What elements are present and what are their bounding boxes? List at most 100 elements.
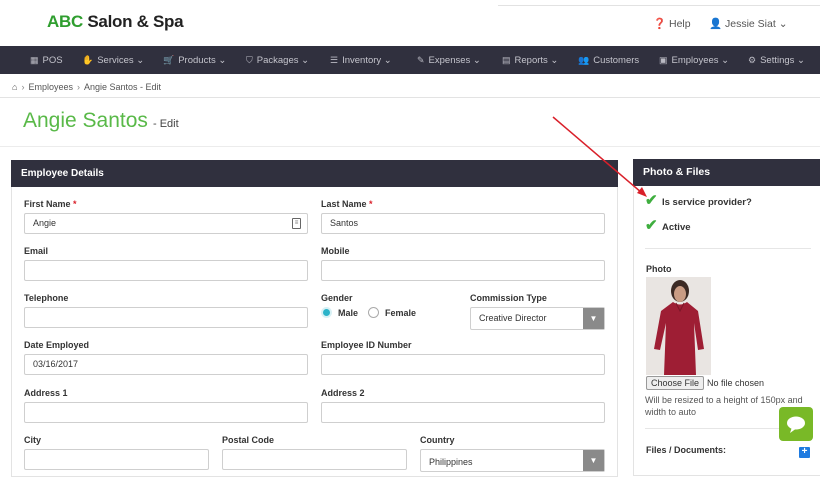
telephone-label: Telephone <box>24 293 69 303</box>
required-marker: * <box>73 199 77 209</box>
address2-label: Address 2 <box>321 388 365 398</box>
commission-type-value: Creative Director <box>479 313 547 323</box>
chevron-down-icon: ⌄ <box>721 55 730 66</box>
employee-photo <box>646 277 711 375</box>
active-label: Active <box>662 222 691 233</box>
commission-type-label: Commission Type <box>470 293 547 303</box>
date-employed-field[interactable]: 03/16/2017 <box>24 354 308 375</box>
photo-label: Photo <box>646 264 672 274</box>
list-icon: ☰ <box>330 55 339 65</box>
edit-icon: ✎ <box>417 55 425 65</box>
postal-code-field[interactable] <box>222 449 407 470</box>
country-value: Philippines <box>429 457 473 467</box>
country-label: Country <box>420 435 455 445</box>
chevron-down-icon: ⌄ <box>136 55 145 66</box>
nav-item-pos[interactable]: ▦ POS <box>30 46 63 74</box>
help-link[interactable]: ❓ Help <box>653 17 691 30</box>
email-field[interactable] <box>24 260 308 281</box>
chevron-down-icon: ⌄ <box>472 55 481 66</box>
gender-label: Gender <box>321 293 353 303</box>
choose-file-button[interactable]: Choose File <box>646 376 705 390</box>
briefcase-icon: ▣ <box>659 55 668 65</box>
question-icon: ❓ <box>653 18 667 30</box>
nav-label: Customers <box>593 55 640 66</box>
gender-male-radio[interactable] <box>321 307 332 318</box>
user-menu[interactable]: 👤 Jessie Siat ⌄ <box>709 17 788 30</box>
nav-label: Settings <box>760 55 795 66</box>
nav-label: Reports <box>514 55 548 66</box>
breadcrumb-separator: › <box>21 82 25 92</box>
city-label: City <box>24 435 42 445</box>
home-icon[interactable]: ⌂ <box>12 82 17 92</box>
caret-down-icon: ▼ <box>583 308 604 329</box>
contact-card-icon[interactable]: ≡ <box>292 218 301 229</box>
chevron-down-icon: ⌄ <box>778 18 788 30</box>
address1-field[interactable] <box>24 402 308 423</box>
breadcrumb: ⌂ › Employees › Angie Santos - Edit <box>12 82 161 92</box>
nav-item-expenses[interactable]: ✎ Expenses ⌄ <box>417 46 481 74</box>
country-select[interactable]: Philippines ▼ <box>420 449 605 472</box>
first-name-label: First Name * <box>24 199 77 209</box>
divider <box>0 97 820 98</box>
telephone-field[interactable] <box>24 307 308 328</box>
chat-button[interactable] <box>779 407 813 441</box>
top-bar: ABC Salon & Spa ❓ Help 👤 Jessie Siat ⌄ <box>0 0 820 46</box>
employee-id-label: Employee ID Number <box>321 340 412 350</box>
nav-label: Packages <box>256 55 299 66</box>
caret-down-icon: ▼ <box>583 450 604 471</box>
gender-female-radio[interactable] <box>368 307 379 318</box>
cart-icon: 🛒 <box>163 55 175 65</box>
last-name-label-text: Last Name <box>321 199 367 209</box>
employee-photo-image <box>646 277 711 375</box>
breadcrumb-employees[interactable]: Employees <box>28 82 73 92</box>
pos-icon: ▦ <box>30 55 39 65</box>
brand-name: Salon & Spa <box>87 12 184 31</box>
nav-item-employees[interactable]: ▣ Employees ⌄ <box>659 46 729 74</box>
date-employed-label: Date Employed <box>24 340 90 350</box>
chevron-down-icon: ⌄ <box>301 55 310 66</box>
tags-icon: ⛉ <box>246 55 253 65</box>
breadcrumb-separator: › <box>76 82 80 92</box>
hand-icon: ✋ <box>82 55 94 65</box>
chevron-down-icon: ⌄ <box>383 55 392 66</box>
nav-item-reports[interactable]: ▤ Reports ⌄ <box>502 46 558 74</box>
checkmark-icon[interactable]: ✔ <box>645 193 658 208</box>
nav-item-settings[interactable]: ⚙ Settings ⌄ <box>748 46 805 74</box>
help-label: Help <box>669 18 691 30</box>
nav-item-products[interactable]: 🛒 Products ⌄ <box>163 46 226 74</box>
add-file-button[interactable]: + <box>799 447 810 458</box>
nav-item-services[interactable]: ✋ Services ⌄ <box>82 46 144 74</box>
last-name-field[interactable]: Santos <box>321 213 605 234</box>
nav-item-inventory[interactable]: ☰ Inventory ⌄ <box>330 46 392 74</box>
employee-id-field[interactable] <box>321 354 605 375</box>
nav-label: Services <box>97 55 134 66</box>
chart-icon: ▤ <box>502 55 511 65</box>
gear-icon: ⚙ <box>748 55 757 65</box>
required-marker: * <box>369 199 373 209</box>
chat-bubble-icon <box>787 416 805 433</box>
nav-label: Products <box>178 55 216 66</box>
divider <box>645 248 811 249</box>
divider <box>0 146 820 147</box>
gender-male-label: Male <box>338 308 359 318</box>
nav-label: Expenses <box>428 55 471 66</box>
nav-item-customers[interactable]: 👥 Customers <box>578 46 639 74</box>
brand-logo[interactable]: ABC Salon & Spa <box>47 12 184 32</box>
nav-item-packages[interactable]: ⛉ Packages ⌄ <box>246 46 309 74</box>
commission-type-select[interactable]: Creative Director ▼ <box>470 307 605 330</box>
page-title: Angie Santos <box>23 109 148 132</box>
first-name-field[interactable]: Angie ≡ <box>24 213 308 234</box>
users-icon: 👥 <box>578 55 590 65</box>
mobile-label: Mobile <box>321 246 350 256</box>
service-provider-label: Is service provider? <box>662 197 752 208</box>
address2-field[interactable] <box>321 402 605 423</box>
chevron-down-icon: ⌄ <box>550 55 559 66</box>
page-subtitle: - Edit <box>153 118 179 130</box>
chevron-down-icon: ⌄ <box>218 55 227 66</box>
mobile-field[interactable] <box>321 260 605 281</box>
city-field[interactable] <box>24 449 209 470</box>
files-documents-label: Files / Documents: <box>646 445 727 455</box>
checkmark-icon[interactable]: ✔ <box>645 218 658 233</box>
brand-abc: ABC <box>47 12 83 31</box>
first-name-value: Angie <box>33 218 57 228</box>
